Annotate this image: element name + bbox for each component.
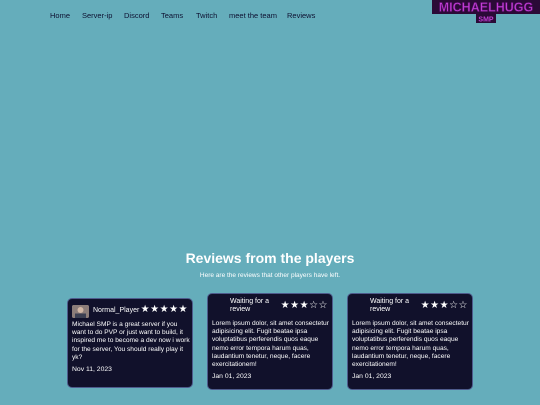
reviews-subtitle: Here are the reviews that other players … [199, 272, 341, 279]
nav-teams[interactable]: Teams [161, 11, 183, 20]
review-text: Michael SMP is a great server if you wan… [72, 321, 190, 361]
nav-server-ip[interactable]: Server-ip [82, 11, 112, 20]
review-card: Waiting for a review ★★★☆☆ Lorem ipsum d… [347, 293, 473, 390]
nav-discord[interactable]: Discord [124, 11, 149, 20]
review-card: Waiting for a review ★★★☆☆ Lorem ipsum d… [207, 293, 333, 390]
nav-home[interactable]: Home [50, 11, 70, 20]
logo-sub: SMP [478, 17, 494, 24]
avatar [72, 305, 89, 318]
nav-meet-the-team[interactable]: meet the team [229, 11, 277, 20]
review-author: Waiting for a review [370, 298, 410, 313]
reviews-title: Reviews from the players [185, 250, 355, 266]
review-header: Waiting for a review ★★★☆☆ [352, 298, 468, 319]
review-author: Normal_Player [93, 307, 140, 314]
review-author: Waiting for a review [230, 298, 270, 313]
review-text: Lorem ipsum dolor, sit amet consectetur … [212, 320, 329, 369]
review-text: Lorem ipsum dolor, sit amet consectetur … [352, 320, 469, 369]
nav-reviews[interactable]: Reviews [287, 11, 315, 20]
review-header: Waiting for a review ★★★☆☆ [212, 298, 328, 319]
rating-stars: ★★★☆☆ [420, 300, 468, 311]
review-date: Nov 11, 2023 [72, 366, 112, 373]
logo[interactable]: MICHAELHUGG SMP [432, 0, 540, 24]
review-card: Normal_Player ★★★★★ Michael SMP is a gre… [67, 298, 193, 388]
rating-stars: ★★★☆☆ [280, 300, 328, 311]
top-nav: Home Server-ip Discord Teams Twitch meet… [0, 0, 540, 30]
user-photo-icon [72, 305, 89, 318]
nav-twitch[interactable]: Twitch [196, 11, 217, 20]
logo-text: MICHAELHUGG [439, 1, 533, 15]
review-date: Jan 01, 2023 [212, 373, 252, 380]
review-date: Jan 01, 2023 [352, 373, 392, 380]
rating-stars: ★★★★★ [140, 304, 188, 315]
